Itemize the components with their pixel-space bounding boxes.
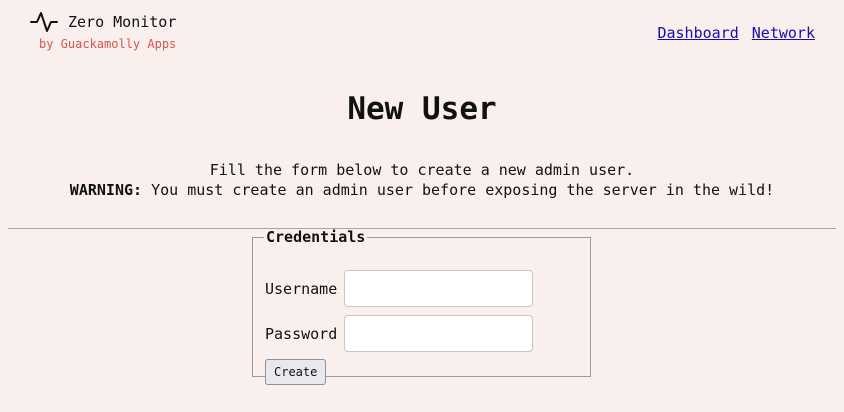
warning-line: WARNING: You must create an admin user b… [0, 180, 844, 200]
intro-text: Fill the form below to create a new admi… [0, 160, 844, 200]
intro-line: Fill the form below to create a new admi… [209, 161, 635, 179]
warning-text: You must create an admin user before exp… [142, 181, 775, 199]
app-subtitle: by Guackamolly Apps [39, 37, 177, 51]
activity-pulse-icon [30, 12, 58, 32]
password-input[interactable] [344, 315, 533, 352]
create-button[interactable]: Create [265, 359, 327, 385]
top-nav: Dashboard Network [653, 24, 815, 42]
warning-label: WARNING: [69, 181, 143, 199]
page-title: New User [347, 91, 497, 127]
password-row: Password [265, 315, 533, 352]
username-label: Username [265, 279, 338, 298]
brand: Zero Monitor by Guackamolly Apps [30, 10, 176, 51]
nav-link-network[interactable]: Network [752, 24, 815, 42]
username-input[interactable] [344, 270, 533, 307]
app-title: Zero Monitor [68, 13, 177, 31]
credentials-legend: Credentials [266, 228, 366, 246]
nav-link-dashboard[interactable]: Dashboard [657, 24, 738, 42]
username-row: Username [265, 270, 533, 307]
credentials-fieldset: Credentials Username Password Create [252, 228, 591, 385]
brand-row: Zero Monitor [30, 10, 176, 34]
password-label: Password [265, 324, 338, 343]
